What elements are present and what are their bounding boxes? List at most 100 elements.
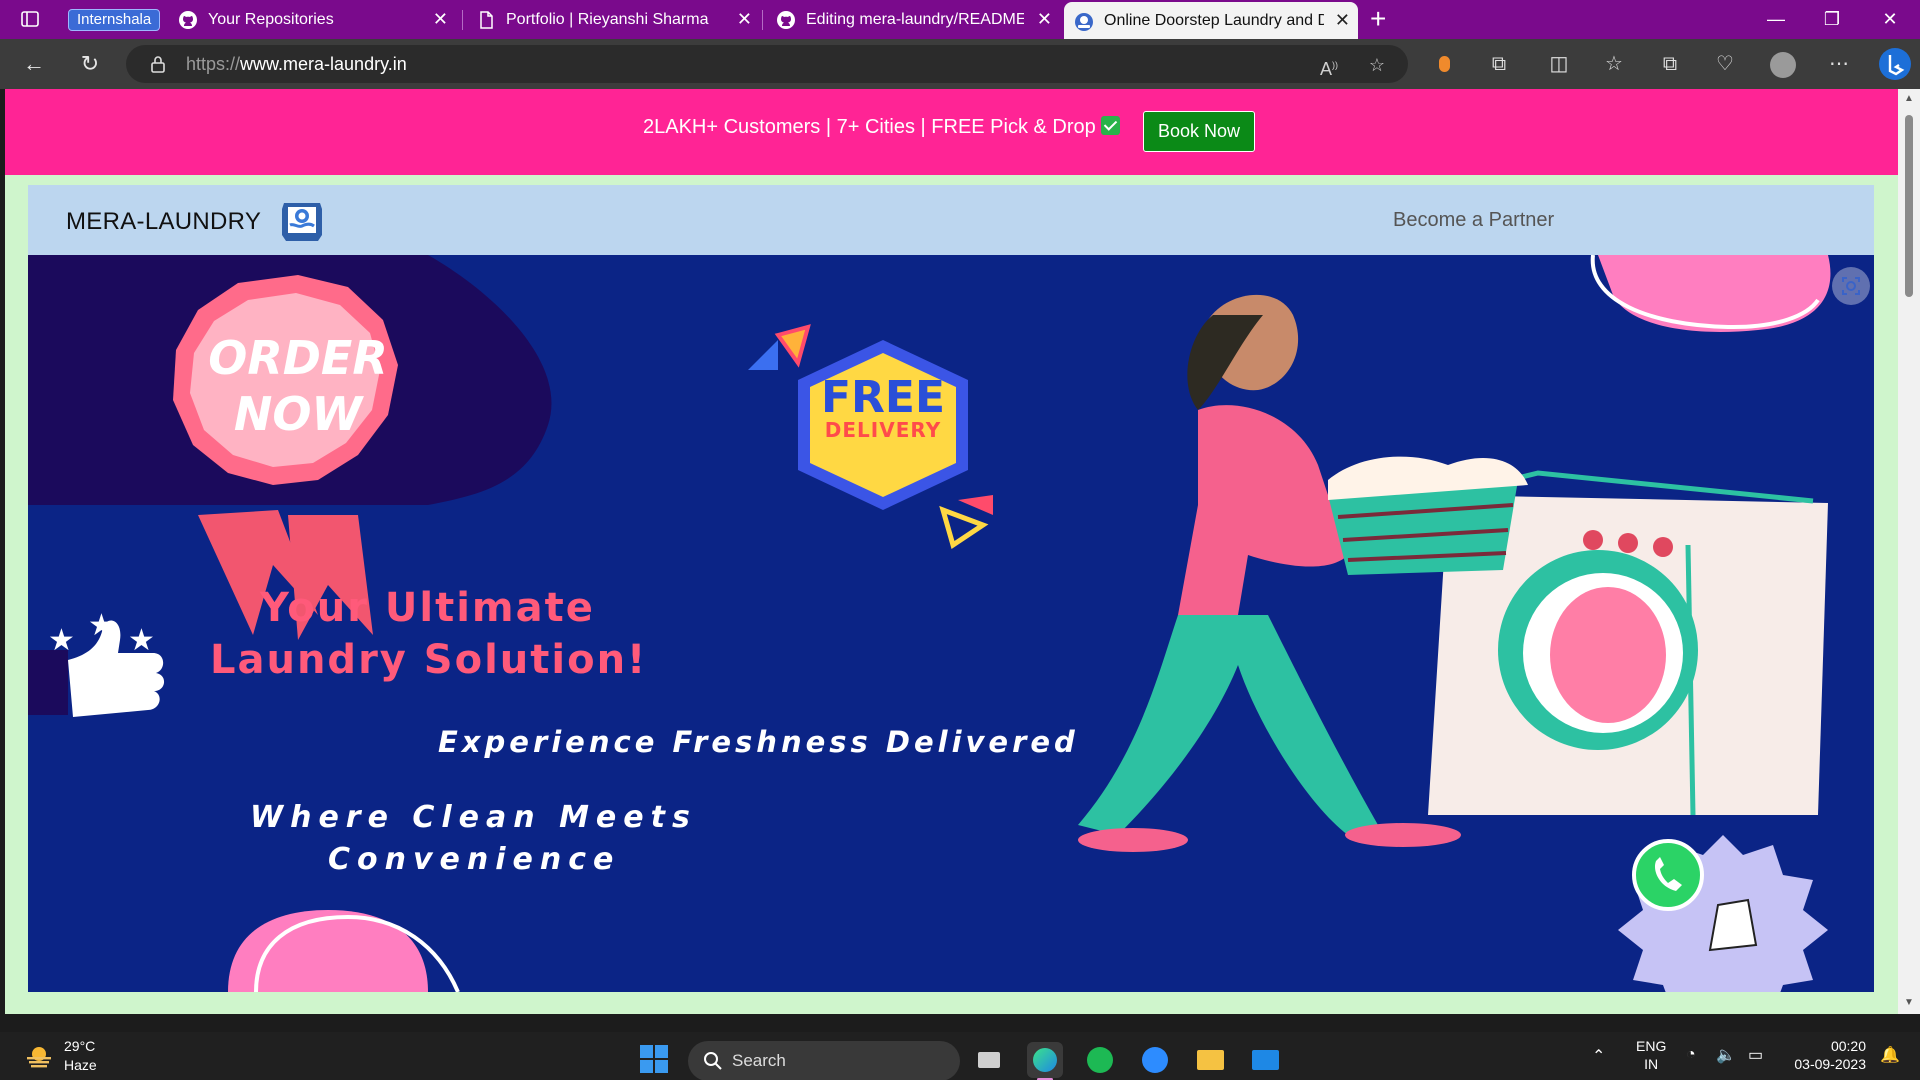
new-tab-icon[interactable]: + [1370, 2, 1386, 36]
zoom-icon[interactable] [1137, 1042, 1173, 1078]
woman-shoe [1078, 828, 1188, 852]
close-window-icon[interactable]: ✕ [1862, 0, 1918, 39]
task-view-icon[interactable] [972, 1042, 1008, 1078]
extensions-icon[interactable]: ⧉ [1487, 52, 1511, 76]
machine-knob [1583, 530, 1603, 550]
star-icon: ★ [48, 624, 75, 657]
url-host: www.mera-laundry.in [240, 54, 407, 74]
url-text: https://www.mera-laundry.in [186, 45, 407, 83]
read-aloud-icon[interactable]: A)) [1318, 54, 1340, 79]
clock-date: 03-09-2023 [1794, 1056, 1866, 1072]
scroll-down-icon[interactable]: ▼ [1903, 997, 1915, 1008]
clock-time: 00:20 [1830, 1038, 1866, 1054]
order-now-line1: ORDER [208, 331, 388, 385]
mail-icon[interactable] [1247, 1042, 1283, 1078]
free-label: FREE [820, 372, 946, 423]
page-scrollbar[interactable]: ▲ ▼ [1898, 89, 1920, 1014]
search-icon [704, 1052, 722, 1070]
split-screen-icon[interactable]: ◫ [1547, 52, 1571, 76]
close-tab-icon[interactable]: ✕ [1037, 0, 1052, 39]
favorite-star-icon[interactable]: ☆ [1366, 54, 1388, 76]
triangle-decor [939, 505, 989, 549]
page-icon [480, 11, 493, 29]
triangle-decor [748, 340, 778, 370]
haze-weather-icon[interactable] [24, 1044, 54, 1068]
minimize-icon[interactable]: — [1748, 0, 1804, 39]
tab-group-label[interactable]: Internshala [68, 9, 161, 31]
headline-line2: Laundry Solution! [210, 637, 648, 683]
mera-laundry-icon [1075, 13, 1093, 31]
shopping-bag-icon [1708, 898, 1758, 952]
hero-banner[interactable]: ★ ★ ★ ORDER NOW FREE DELIVERY Your Ultim… [28, 255, 1874, 992]
taskbar-search[interactable]: Search [688, 1041, 960, 1080]
url-protocol: https:// [186, 54, 241, 74]
tab-title: Portfolio | Rieyanshi Sharma [506, 11, 709, 28]
edge-browser-icon[interactable] [1027, 1042, 1063, 1080]
brand-name[interactable]: MERA-LAUNDRY [66, 208, 261, 236]
subheadline-line1: Where Clean Meets [250, 800, 697, 835]
close-tab-icon[interactable]: ✕ [737, 0, 752, 39]
battery-icon[interactable]: ▭ [1748, 1045, 1763, 1065]
weather-condition: Haze [64, 1057, 97, 1073]
browser-tab-strip: Internshala Your Repositories ✕ Portfoli… [0, 0, 1920, 39]
order-now-line2: NOW [233, 387, 363, 441]
spotify-icon[interactable] [1082, 1042, 1118, 1078]
headline-line1: Your Ultimate [260, 585, 595, 631]
refresh-icon[interactable]: ↻ [78, 52, 102, 76]
tagline: Experience Freshness Delivered [438, 725, 1079, 759]
more-menu-icon[interactable]: ⋯ [1827, 52, 1851, 76]
promo-banner: 2LAKH+ Customers | 7+ Cities | FREE Pick… [5, 89, 1898, 175]
wifi-icon[interactable]: ◔ [1686, 1046, 1696, 1064]
become-partner-link[interactable]: Become a Partner [1393, 209, 1554, 232]
notification-bell-icon[interactable]: 🔔 [1880, 1045, 1900, 1065]
copilot-icon[interactable] [1878, 47, 1912, 81]
language-code: ENG [1636, 1038, 1667, 1054]
extension-orange-icon[interactable] [1432, 52, 1456, 76]
tab-title: Editing mera-laundry/README.m [806, 11, 1024, 28]
whatsapp-icon[interactable] [1632, 839, 1704, 911]
windows-start-icon[interactable] [639, 1044, 669, 1074]
volume-icon[interactable]: 🔈 [1716, 1045, 1736, 1065]
book-now-button[interactable]: Book Now [1143, 111, 1255, 152]
github-icon [777, 11, 795, 29]
scroll-up-icon[interactable]: ▲ [1903, 93, 1915, 104]
star-icon: ★ [88, 609, 115, 642]
address-bar[interactable]: https://www.mera-laundry.in A)) ☆ [126, 45, 1408, 83]
brand-logo-icon[interactable] [278, 199, 326, 243]
back-icon[interactable]: ← [22, 52, 46, 76]
woman-top [1178, 405, 1348, 630]
scrollbar-thumb[interactable] [1905, 115, 1913, 297]
tab-editing-readme[interactable]: Editing mera-laundry/README.m ✕ [766, 0, 1060, 39]
triangle-decor [774, 324, 811, 368]
triangle-decor [958, 495, 993, 515]
weather-temperature: 29°C [64, 1038, 96, 1054]
tab-your-repositories[interactable]: Your Repositories ✕ [168, 0, 456, 39]
close-tab-icon[interactable]: ✕ [1335, 2, 1350, 39]
order-now-badge[interactable]: ORDER NOW [198, 330, 398, 442]
github-icon [179, 11, 197, 29]
language-indicator[interactable]: ENG IN [1636, 1038, 1666, 1072]
tab-divider [462, 10, 463, 30]
clock[interactable]: 00:20 03-09-2023 [1786, 1038, 1866, 1072]
tab-actions-icon[interactable] [18, 7, 42, 31]
favorites-icon[interactable]: ☆ [1602, 52, 1626, 76]
thumbs-up-cuff [28, 650, 68, 715]
search-label: Search [732, 1051, 786, 1070]
collections-icon[interactable]: ⧉ [1658, 52, 1682, 76]
browser-essentials-icon[interactable]: ♡ [1713, 52, 1737, 76]
tab-mera-laundry[interactable]: Online Doorstep Laundry and Dr ✕ [1064, 2, 1358, 39]
file-explorer-icon[interactable] [1192, 1042, 1228, 1078]
site-navbar: MERA-LAUNDRY Become a Partner [28, 185, 1874, 255]
tab-portfolio[interactable]: Portfolio | Rieyanshi Sharma ✕ [466, 0, 760, 39]
promo-text: 2LAKH+ Customers | 7+ Cities | FREE Pick… [643, 116, 1096, 138]
show-hidden-icons-icon[interactable]: ⌃ [1592, 1046, 1605, 1066]
visual-search-icon[interactable] [1832, 267, 1870, 305]
tab-title: Your Repositories [208, 11, 334, 28]
washing-machine-drum [1550, 587, 1666, 723]
woman-shoe [1345, 823, 1461, 847]
restore-icon[interactable]: ❐ [1804, 0, 1860, 39]
region-code: IN [1644, 1056, 1659, 1072]
close-tab-icon[interactable]: ✕ [433, 0, 448, 39]
profile-avatar-icon[interactable] [1770, 52, 1796, 78]
windows-taskbar: 29°C Haze Search ⌃ ENG IN ◔ 🔈 ▭ 00:20 03… [0, 1032, 1920, 1080]
